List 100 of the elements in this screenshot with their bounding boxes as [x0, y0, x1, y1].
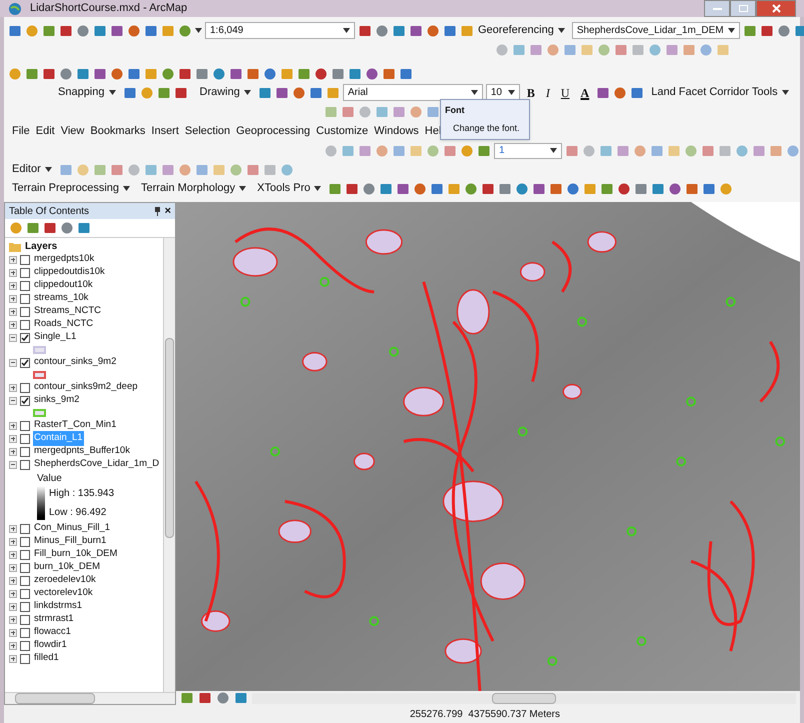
tool-icon[interactable] [263, 66, 277, 80]
expand-toggle[interactable] [9, 654, 17, 662]
tool-icon[interactable] [702, 182, 716, 196]
menu-item[interactable]: Geoprocessing [236, 122, 310, 140]
tool-icon[interactable] [174, 86, 188, 100]
layer-name[interactable]: clippedout10k [33, 278, 94, 293]
layer-checkbox[interactable] [20, 268, 30, 278]
expand-toggle[interactable] [9, 576, 17, 584]
menu-item[interactable]: Selection [184, 122, 230, 140]
expand-toggle[interactable] [9, 628, 17, 636]
tool-icon[interactable] [396, 182, 410, 196]
expand-toggle[interactable] [9, 590, 17, 598]
tool-icon[interactable] [477, 144, 491, 158]
layer-name[interactable]: ShepherdsCove_Lidar_1m_D [33, 457, 160, 472]
tool-icon[interactable] [600, 182, 614, 196]
layer-name[interactable]: sinks_9m2 [33, 393, 80, 408]
layer-name[interactable]: streams_10k [33, 291, 90, 306]
expand-toggle[interactable] [9, 642, 17, 650]
toolbar-menu[interactable]: Terrain Preprocessing [8, 180, 134, 197]
expand-toggle[interactable] [9, 422, 17, 430]
tool-icon[interactable] [382, 66, 396, 80]
tool-icon[interactable] [596, 86, 610, 100]
tool-icon[interactable] [229, 66, 243, 80]
tool-icon[interactable] [685, 182, 700, 196]
layer-checkbox[interactable] [20, 460, 30, 470]
expand-toggle[interactable] [9, 434, 17, 442]
menu-item[interactable]: Bookmarks [90, 122, 146, 140]
tool-icon[interactable] [93, 66, 107, 80]
layer-checkbox[interactable] [20, 588, 30, 598]
layer-checkbox[interactable] [20, 602, 30, 612]
layer-checkbox[interactable] [20, 280, 30, 290]
tool-icon[interactable] [566, 182, 580, 196]
font-field[interactable]: Arial [342, 84, 483, 101]
layer-checkbox[interactable] [20, 396, 30, 406]
tool-icon[interactable] [481, 182, 496, 196]
layer-checkbox[interactable] [20, 382, 30, 392]
tool-icon[interactable] [362, 182, 376, 196]
toolbar-menu[interactable]: Snapping [54, 84, 120, 101]
tool-icon[interactable] [59, 66, 73, 80]
tool-icon[interactable] [292, 86, 306, 100]
tool-icon[interactable] [392, 24, 406, 38]
layer-checkbox[interactable] [20, 294, 30, 304]
tool-icon[interactable] [234, 691, 248, 705]
layer-name[interactable]: linkdstrms1 [33, 599, 84, 614]
expand-toggle[interactable] [9, 524, 17, 532]
layer-checkbox[interactable] [20, 254, 30, 264]
tool-icon[interactable] [198, 691, 212, 705]
layer-name[interactable]: filled1 [33, 651, 60, 666]
tool-icon[interactable] [246, 66, 260, 80]
layer-checkbox[interactable] [20, 550, 30, 560]
tool-icon[interactable] [409, 24, 423, 38]
pin-icon[interactable] [154, 206, 161, 216]
layer-name[interactable]: Single_L1 [33, 330, 78, 345]
layer-checkbox[interactable] [20, 358, 30, 368]
tool-icon[interactable] [634, 182, 648, 196]
tool-icon[interactable] [515, 182, 530, 196]
layer-name[interactable]: zeroedelev10k [33, 573, 97, 588]
tool-icon[interactable] [76, 66, 90, 80]
tool-icon[interactable] [426, 24, 440, 38]
map-horizontal-scrollbar[interactable] [252, 692, 796, 704]
expand-toggle[interactable] [9, 294, 17, 302]
layer-name[interactable]: Streams_NCTC [33, 304, 102, 319]
tool-icon[interactable] [8, 24, 22, 38]
menu-item[interactable]: Windows [374, 122, 419, 140]
tool-icon[interactable] [399, 66, 413, 80]
layers-group-label[interactable]: Layers [25, 239, 58, 254]
tool-icon[interactable] [156, 86, 170, 100]
layer-checkbox[interactable] [20, 628, 30, 638]
layer-checkbox[interactable] [20, 420, 30, 430]
tool-icon[interactable] [613, 86, 628, 100]
expand-toggle[interactable] [9, 308, 17, 316]
layer-name[interactable]: mergedpts10k [33, 252, 96, 267]
expand-toggle[interactable] [9, 256, 17, 264]
tool-icon[interactable] [26, 221, 40, 235]
tool-icon[interactable] [314, 66, 328, 80]
expand-toggle[interactable] [9, 268, 17, 276]
tool-icon[interactable] [161, 66, 175, 80]
layer-checkbox[interactable] [20, 446, 30, 456]
tool-icon[interactable] [42, 24, 56, 38]
tool-icon[interactable] [742, 24, 757, 38]
tool-icon[interactable] [258, 86, 272, 100]
expand-toggle[interactable] [9, 564, 17, 572]
layer-checkbox[interactable] [20, 320, 30, 330]
expand-toggle[interactable] [9, 460, 17, 468]
menu-item[interactable]: Insert [151, 122, 179, 140]
tool-icon[interactable] [375, 24, 389, 38]
tool-icon[interactable] [180, 691, 194, 705]
tool-icon[interactable] [630, 86, 644, 100]
tool-icon[interactable] [358, 24, 372, 38]
layer-checkbox[interactable] [20, 536, 30, 546]
expand-toggle[interactable] [9, 396, 17, 404]
tool-icon[interactable] [776, 24, 791, 38]
tool-icon[interactable] [331, 66, 345, 80]
layer-name[interactable]: burn_10k_DEM [33, 560, 102, 575]
tool-icon[interactable] [498, 182, 512, 196]
expand-toggle[interactable] [9, 448, 17, 456]
layer-checkbox[interactable] [20, 654, 30, 664]
tool-icon[interactable] [144, 24, 158, 38]
layer-checkbox[interactable] [20, 562, 30, 572]
expand-toggle[interactable] [9, 282, 17, 290]
